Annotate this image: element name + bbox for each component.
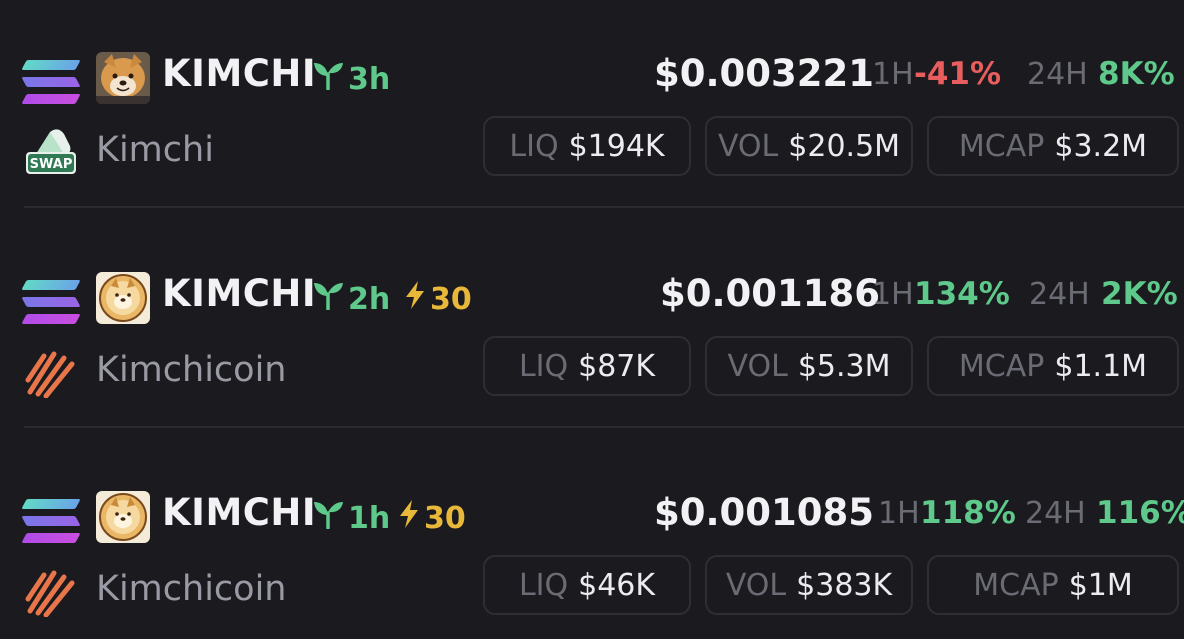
mcap-label: MCAP <box>973 567 1059 603</box>
liquidity-stat: LIQ $194K <box>483 116 691 176</box>
row-divider <box>24 426 1184 428</box>
change-1h-label: 1H <box>872 57 914 92</box>
liq-label: LIQ <box>509 128 559 164</box>
boost-count: 30 <box>424 500 466 536</box>
age-text: 1h <box>348 500 391 536</box>
change-24h-value: 8K% <box>1098 56 1175 92</box>
change-24h-label: 24H <box>1029 277 1090 312</box>
claw-dex-icon <box>24 563 78 618</box>
lightning-icon <box>398 499 420 537</box>
liq-value: $87K <box>578 348 656 384</box>
token-ticker: KIMCHI <box>162 272 317 315</box>
solana-icon <box>21 60 81 104</box>
volume-stat: VOL $5.3M <box>705 336 913 396</box>
mcap-value: $1.1M <box>1054 348 1148 384</box>
token-name: Kimchicoin <box>96 350 287 390</box>
vol-value: $5.3M <box>797 348 891 384</box>
boost-badge[interactable]: 30 <box>398 499 466 537</box>
vol-value: $20.5M <box>788 128 901 164</box>
vol-value: $383K <box>796 567 893 603</box>
token-row[interactable]: KIMCHI 2h 30 Kimchicoin $0.001186 1H 134… <box>0 220 1184 420</box>
mcap-value: $1M <box>1068 567 1133 603</box>
change-24h-value: 116% <box>1096 495 1184 531</box>
token-avatar <box>96 491 150 543</box>
mcap-stat: MCAP $1.1M <box>927 336 1179 396</box>
boost-count: 30 <box>430 281 472 317</box>
change-1h-value: -41% <box>914 56 1002 92</box>
token-avatar <box>96 272 150 324</box>
boost-badge[interactable]: 30 <box>404 280 472 318</box>
liq-value: $194K <box>568 128 665 164</box>
volume-stat: VOL $20.5M <box>705 116 913 176</box>
solana-icon <box>21 280 81 324</box>
vol-label: VOL <box>717 128 779 164</box>
token-ticker: KIMCHI <box>162 491 317 534</box>
vol-label: VOL <box>725 567 787 603</box>
token-name: Kimchicoin <box>96 569 287 609</box>
age-text: 3h <box>348 61 391 97</box>
token-row[interactable]: KIMCHI 3h SWAP Kimchi $0.003221 1H -41% … <box>0 0 1184 200</box>
mcap-label: MCAP <box>958 128 1045 164</box>
change-24h-value: 2K% <box>1101 276 1178 312</box>
token-price: $0.001085 <box>654 491 875 534</box>
volume-stat: VOL $383K <box>705 555 913 615</box>
sprout-icon <box>312 499 344 537</box>
swap-icon: SWAP <box>24 124 78 178</box>
token-row[interactable]: KIMCHI 1h 30 Kimchicoin $0.001085 1H 118… <box>0 439 1184 639</box>
mcap-stat: MCAP $1M <box>927 555 1179 615</box>
token-age: 3h <box>312 60 390 98</box>
row-divider <box>24 206 1184 208</box>
change-1h-value: 118% <box>920 495 1016 531</box>
mcap-value: $3.2M <box>1054 128 1148 164</box>
liq-value: $46K <box>578 567 656 603</box>
token-age: 2h <box>312 280 390 318</box>
liquidity-stat: LIQ $87K <box>483 336 691 396</box>
sprout-icon <box>312 280 344 318</box>
svg-text:SWAP: SWAP <box>30 157 73 172</box>
liquidity-stat: LIQ $46K <box>483 555 691 615</box>
token-name: Kimchi <box>96 130 214 170</box>
age-text: 2h <box>348 281 391 317</box>
liq-label: LIQ <box>518 348 569 384</box>
claw-dex-icon <box>24 344 78 399</box>
token-age: 1h <box>312 499 390 537</box>
vol-label: VOL <box>727 348 788 384</box>
mcap-stat: MCAP $3.2M <box>927 116 1179 176</box>
liq-label: LIQ <box>518 567 569 603</box>
change-1h-label: 1H <box>878 496 920 531</box>
change-1h-label: 1H <box>872 277 914 312</box>
token-price: $0.003221 <box>654 52 875 95</box>
change-24h-label: 24H <box>1025 496 1086 531</box>
sprout-icon <box>312 60 344 98</box>
mcap-label: MCAP <box>958 348 1045 384</box>
token-price: $0.001186 <box>660 272 881 315</box>
lightning-icon <box>404 280 426 318</box>
solana-icon <box>21 499 81 543</box>
change-24h-label: 24H <box>1027 57 1088 92</box>
token-avatar <box>96 52 150 104</box>
token-ticker: KIMCHI <box>162 52 317 95</box>
change-1h-value: 134% <box>914 276 1010 312</box>
